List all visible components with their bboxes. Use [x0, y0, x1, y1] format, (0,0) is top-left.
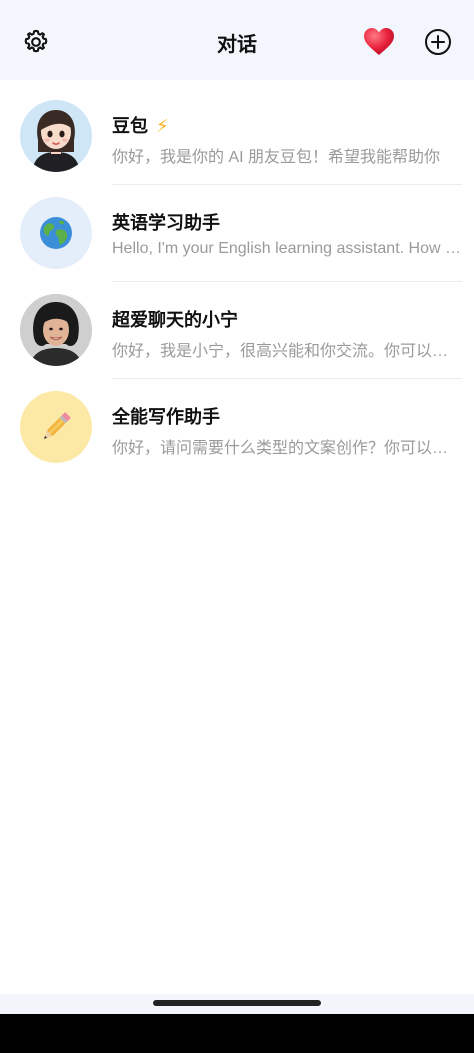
conversation-item-english-assistant[interactable]: 英语学习助手 Hello, I'm your English learning …: [0, 185, 474, 282]
heart-icon: [364, 28, 394, 55]
conversation-item-doubao[interactable]: 豆包 ⚡ 你好，我是你的 AI 朋友豆包！希望我能帮助你: [0, 88, 474, 185]
chat-list-screen: 对话 豆包 ⚡ 你好，我是你的 AI 朋友豆包！希望我能帮助你 英语学习助手 H…: [0, 0, 474, 1053]
conversation-name-text: 豆包: [112, 116, 148, 137]
lightning-icon: ⚡: [156, 116, 169, 137]
conversation-preview: 你好，请问需要什么类型的文案创作？你可以告诉我: [112, 440, 462, 457]
page-title: 对话: [217, 32, 257, 56]
conversation-name: 超爱聊天的小宁: [112, 310, 238, 331]
conversation-name: 英语学习助手: [112, 213, 220, 234]
conversation-name: 全能写作助手: [112, 407, 220, 428]
cartoon-girl-avatar: [20, 100, 92, 172]
conversation-item-writing-assistant[interactable]: 全能写作助手 你好，请问需要什么类型的文案创作？你可以告诉我: [0, 379, 474, 476]
conversation-preview: Hello, I'm your English learning assista…: [112, 240, 462, 257]
girl-photo-avatar: [20, 294, 92, 366]
bottom-bar: [0, 1014, 474, 1053]
favorite-button[interactable]: [361, 24, 397, 60]
plus-circle-icon: [425, 29, 451, 55]
conversation-name: 豆包 ⚡: [112, 112, 169, 138]
add-conversation-button[interactable]: [420, 24, 456, 60]
globe-avatar: [20, 197, 92, 269]
home-indicator[interactable]: [153, 1000, 321, 1006]
conversation-preview: 你好，我是小宁，很高兴能和你交流。你可以和我聊: [112, 343, 462, 360]
conversation-list: 豆包 ⚡ 你好，我是你的 AI 朋友豆包！希望我能帮助你 英语学习助手 Hello…: [0, 88, 474, 476]
pencil-avatar: [20, 391, 92, 463]
top-header: 对话: [0, 0, 474, 80]
conversation-preview: 你好，我是你的 AI 朋友豆包！希望我能帮助你: [112, 149, 441, 166]
conversation-item-xiaoning[interactable]: 超爱聊天的小宁 你好，我是小宁，很高兴能和你交流。你可以和我聊: [0, 282, 474, 379]
